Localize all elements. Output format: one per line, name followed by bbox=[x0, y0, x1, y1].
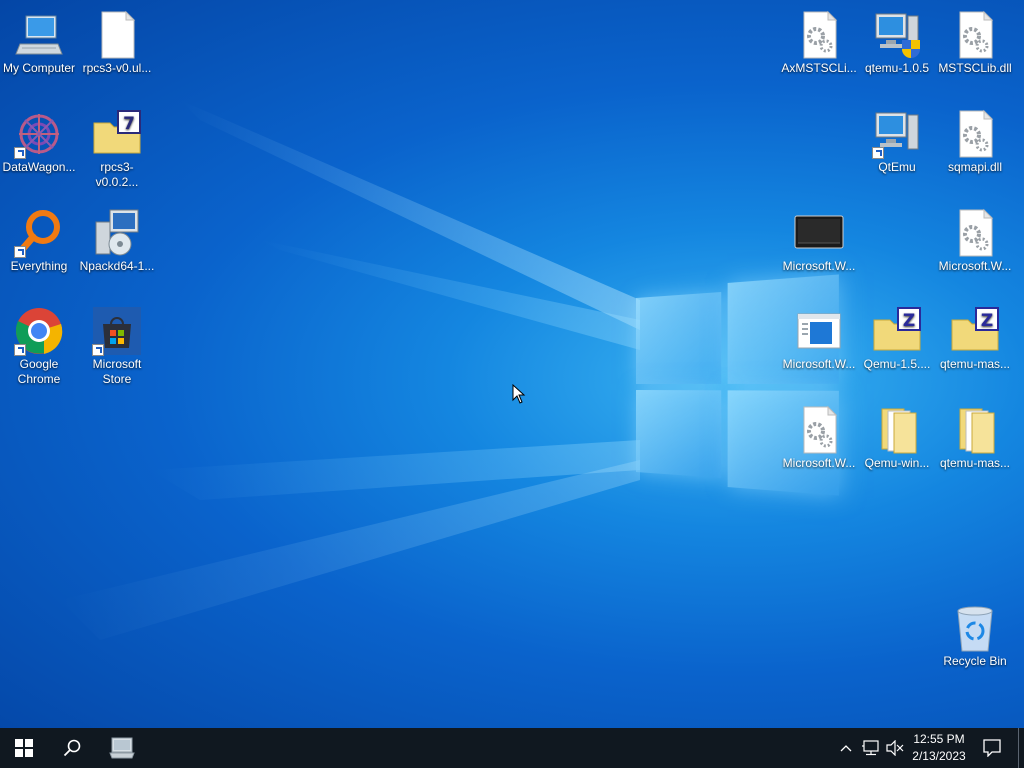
network-icon bbox=[862, 740, 879, 756]
dll-file-icon bbox=[950, 109, 1000, 159]
desktop-icon-ms-w-app[interactable]: Microsoft.W... bbox=[780, 300, 858, 390]
taskbar: 12:55 PM 2/13/2023 bbox=[0, 728, 1024, 768]
desktop-icon-everything[interactable]: Everything bbox=[0, 202, 78, 292]
windows-start-icon bbox=[15, 739, 33, 757]
desktop-icon-mstsclib[interactable]: MSTSCLib.dll bbox=[936, 4, 1014, 94]
desktop-icon-qtemu-105[interactable]: qtemu-1.0.5 bbox=[858, 4, 936, 94]
desktop-icon-my-computer[interactable]: My Computer bbox=[0, 4, 78, 94]
dll-file-icon bbox=[794, 10, 844, 60]
magnifier-icon bbox=[14, 208, 64, 258]
store-icon bbox=[92, 306, 142, 356]
folder-icon bbox=[872, 405, 922, 455]
shortcut-arrow-icon bbox=[92, 344, 104, 356]
desktop-icon-microsoft-store[interactable]: Microsoft Store bbox=[78, 300, 156, 390]
shortcut-arrow-icon bbox=[14, 246, 26, 258]
desktop-icon-ms-w-dll1[interactable]: Microsoft.W... bbox=[936, 202, 1014, 292]
monitor-icon bbox=[794, 208, 844, 258]
taskbar-pinned-computer[interactable] bbox=[98, 728, 146, 768]
desktop-icon-axmstsclib[interactable]: AxMSTSCLi... bbox=[780, 4, 858, 94]
desktop-icon-rpcs3-ui[interactable]: rpcs3-v0.ul... bbox=[78, 4, 156, 94]
desktop-icon-qtemu-mas-folder[interactable]: qtemu-mas... bbox=[936, 399, 1014, 489]
qtemu-installer-icon bbox=[872, 10, 922, 60]
network-button[interactable] bbox=[860, 728, 882, 768]
shortcut-arrow-icon bbox=[14, 344, 26, 356]
svg-text:Z: Z bbox=[981, 311, 993, 331]
zip-archive-icon: Z bbox=[872, 306, 922, 356]
desktop-background[interactable]: My Computer rpcs3-v0.ul... DataWagon... bbox=[0, 0, 1024, 728]
desktop-icon-recycle-bin[interactable]: Recycle Bin bbox=[936, 597, 1014, 687]
computer-icon bbox=[14, 10, 64, 60]
chrome-icon bbox=[14, 306, 64, 356]
computer-icon bbox=[109, 737, 135, 759]
dll-file-icon bbox=[794, 405, 844, 455]
notification-icon bbox=[983, 739, 1001, 757]
desktop-icon-ms-w-dll2[interactable]: Microsoft.W... bbox=[780, 399, 858, 489]
folder-icon bbox=[950, 405, 1000, 455]
mouse-cursor-icon bbox=[512, 384, 526, 404]
dll-file-icon bbox=[950, 10, 1000, 60]
installer-icon bbox=[92, 208, 142, 258]
shortcut-arrow-icon bbox=[14, 147, 26, 159]
qtemu-icon bbox=[872, 109, 922, 159]
show-hidden-icons-button[interactable] bbox=[836, 728, 856, 768]
desktop-icon-ms-w-monitor[interactable]: Microsoft.W... bbox=[780, 202, 858, 292]
chevron-up-icon bbox=[840, 745, 852, 752]
app-window-icon bbox=[794, 306, 844, 356]
search-icon bbox=[63, 739, 81, 757]
svg-text:Z: Z bbox=[903, 311, 915, 331]
recycle-bin-icon bbox=[950, 603, 1000, 653]
desktop-icon-qtemu-mas-zip[interactable]: Z qtemu-mas... bbox=[936, 300, 1014, 390]
desktop-icon-google-chrome[interactable]: Google Chrome bbox=[0, 300, 78, 390]
dll-file-icon bbox=[950, 208, 1000, 258]
desktop-icon-rpcs3-7z[interactable]: 7 rpcs3-v0.0.2... bbox=[78, 103, 156, 193]
desktop-icon-datawagon[interactable]: DataWagon... bbox=[0, 103, 78, 193]
clock-time: 12:55 PM bbox=[913, 732, 965, 746]
taskbar-clock[interactable]: 12:55 PM 2/13/2023 bbox=[900, 731, 978, 765]
datawagon-icon bbox=[14, 109, 64, 159]
show-desktop-button[interactable] bbox=[1018, 728, 1024, 768]
start-button[interactable] bbox=[0, 728, 48, 768]
desktop-icon-npackd[interactable]: Npackd64-1... bbox=[78, 202, 156, 292]
svg-text:7: 7 bbox=[123, 114, 135, 134]
zip-archive-icon: Z bbox=[950, 306, 1000, 356]
desktop-icon-qemu-win[interactable]: Qemu-win... bbox=[858, 399, 936, 489]
desktop-icon-qtemu[interactable]: QtEmu bbox=[858, 103, 936, 193]
desktop-icon-qemu-15[interactable]: Z Qemu-1.5.... bbox=[858, 300, 936, 390]
7z-archive-icon: 7 bbox=[92, 109, 142, 159]
desktop-icon-sqmapi[interactable]: sqmapi.dll bbox=[936, 103, 1014, 193]
clock-date: 2/13/2023 bbox=[912, 749, 966, 763]
action-center-button[interactable] bbox=[972, 728, 1012, 768]
blank-file-icon bbox=[92, 10, 142, 60]
search-button[interactable] bbox=[48, 728, 96, 768]
shortcut-arrow-icon bbox=[872, 147, 884, 159]
